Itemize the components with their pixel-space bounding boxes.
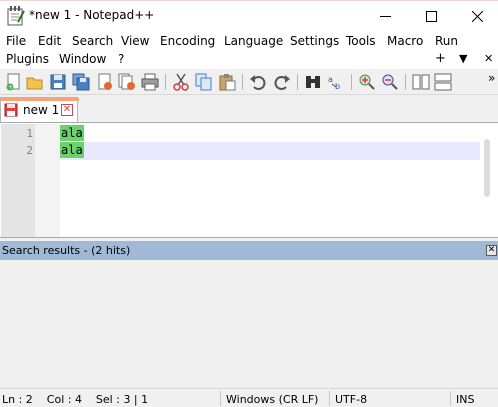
notepad-icon <box>7 6 25 26</box>
svg-text:a: a <box>328 75 333 84</box>
menu-settings[interactable]: Settings <box>290 34 339 48</box>
sync-horizontal-icon[interactable] <box>434 73 452 91</box>
status-separator <box>220 391 221 406</box>
file-encoding: UTF-8 <box>335 393 368 406</box>
current-line-highlight <box>60 142 480 160</box>
paste-icon[interactable] <box>218 73 236 91</box>
search-results-header: Search results - (2 hits) ✕ <box>0 241 498 260</box>
undo-icon[interactable] <box>249 73 267 91</box>
toolbar-overflow-button[interactable]: » <box>488 71 495 85</box>
minimize-button[interactable] <box>362 1 408 32</box>
svg-text:+: + <box>8 84 13 91</box>
redo-icon[interactable] <box>273 73 291 91</box>
line-number-gutter: 1 2 <box>1 124 35 237</box>
find-icon[interactable] <box>304 73 322 91</box>
copy-icon[interactable] <box>195 73 213 91</box>
tab-new-1[interactable]: new 1 ✕ <box>0 97 79 122</box>
toolbar-separator <box>351 74 352 90</box>
editor-area[interactable]: 1 2 ala ala <box>0 122 498 238</box>
maximize-button[interactable] <box>408 1 454 32</box>
vertical-scrollbar[interactable] <box>484 139 490 197</box>
tab-close-icon[interactable]: ✕ <box>61 104 73 116</box>
toolbar: + ab » <box>0 69 498 95</box>
print-icon[interactable] <box>141 73 159 91</box>
unsaved-file-icon <box>4 103 18 117</box>
tab-active-indicator <box>1 98 79 101</box>
menu-search[interactable]: Search <box>72 34 113 48</box>
toolbar-separator <box>165 74 166 90</box>
cut-icon[interactable] <box>172 73 190 91</box>
menu-file[interactable]: File <box>6 34 26 48</box>
menu-plugins[interactable]: Plugins <box>6 52 49 66</box>
cursor-position: Ln : 2 Col : 4 Sel : 3 | 1 <box>2 393 149 406</box>
close-window-button[interactable] <box>454 1 498 32</box>
tab-label: new 1 <box>23 103 60 117</box>
sync-vertical-icon[interactable] <box>412 73 430 91</box>
close-icon[interactable] <box>96 73 114 91</box>
menu-encoding[interactable]: Encoding <box>160 34 215 48</box>
toolbar-separator <box>242 74 243 90</box>
code-line[interactable]: ala <box>60 125 84 141</box>
line-number: 2 <box>26 144 33 157</box>
menu-bar: File Edit Search View Encoding Language … <box>0 31 498 69</box>
minimize-icon <box>379 16 391 17</box>
menu-tools[interactable]: Tools <box>346 34 376 48</box>
tab-bar: new 1 ✕ <box>0 95 498 122</box>
save-all-icon[interactable] <box>72 73 90 91</box>
fold-margin[interactable] <box>35 124 60 237</box>
line-number: 1 <box>26 127 33 140</box>
window-title: *new 1 - Notepad++ <box>29 8 155 22</box>
status-bar: Ln : 2 Col : 4 Sel : 3 | 1 Windows (CR L… <box>0 388 498 407</box>
line-ending: Windows (CR LF) <box>226 393 319 406</box>
menu-view[interactable]: View <box>121 34 149 48</box>
menu-window[interactable]: Window <box>59 52 106 66</box>
zoom-in-icon[interactable] <box>358 73 376 91</box>
menu-run[interactable]: Run <box>435 34 458 48</box>
toolbar-separator <box>405 74 406 90</box>
search-results-close-icon[interactable]: ✕ <box>486 245 497 256</box>
toolbar-separator <box>297 74 298 90</box>
search-results-title: Search results - (2 hits) <box>2 244 131 257</box>
maximize-icon <box>425 11 437 22</box>
replace-icon[interactable]: ab <box>327 73 345 91</box>
menu-help[interactable]: ? <box>118 52 124 66</box>
status-separator <box>450 391 451 406</box>
open-file-icon[interactable] <box>26 73 44 91</box>
save-icon[interactable] <box>49 73 67 91</box>
close-icon <box>471 11 483 22</box>
status-separator <box>329 391 330 406</box>
new-tab-button[interactable]: + <box>435 51 446 66</box>
title-bar: *new 1 - Notepad++ <box>0 0 498 31</box>
search-results-panel[interactable] <box>0 260 498 386</box>
new-file-icon[interactable]: + <box>5 73 23 91</box>
insert-mode: INS <box>456 393 475 406</box>
menu-language[interactable]: Language <box>224 34 283 48</box>
tab-list-button[interactable]: ▼ <box>459 52 467 65</box>
code-line[interactable]: ala <box>60 142 84 158</box>
menu-macro[interactable]: Macro <box>387 34 423 48</box>
zoom-out-icon[interactable] <box>381 73 399 91</box>
close-all-icon[interactable] <box>118 73 136 91</box>
close-document-button[interactable]: ✕ <box>484 52 493 65</box>
menu-edit[interactable]: Edit <box>38 34 61 48</box>
